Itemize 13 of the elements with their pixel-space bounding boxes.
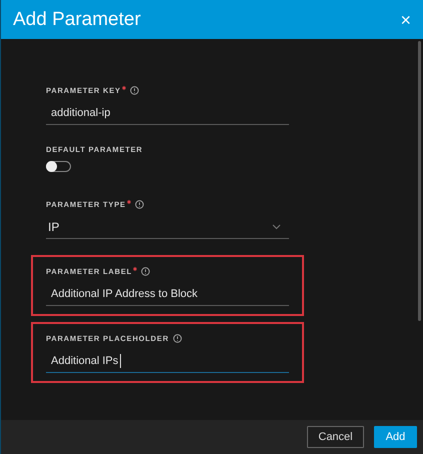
window-title: Add Parameter — [13, 8, 141, 30]
info-icon[interactable] — [130, 86, 139, 94]
input-field[interactable]: additional-ip — [46, 102, 289, 125]
info-icon[interactable] — [134, 200, 144, 208]
toggle-switch[interactable] — [46, 161, 71, 172]
cancel-button[interactable]: Cancel — [307, 426, 364, 448]
chevron-down-icon — [272, 224, 281, 230]
info-icon[interactable] — [172, 334, 182, 342]
input-field[interactable]: Additional IPs — [46, 350, 289, 373]
type-dropdown[interactable]: IP — [46, 216, 289, 239]
scrollbar[interactable] — [418, 41, 421, 321]
input-field[interactable]: Additional IP Address to Block — [46, 283, 289, 306]
info-icon[interactable] — [141, 266, 150, 276]
